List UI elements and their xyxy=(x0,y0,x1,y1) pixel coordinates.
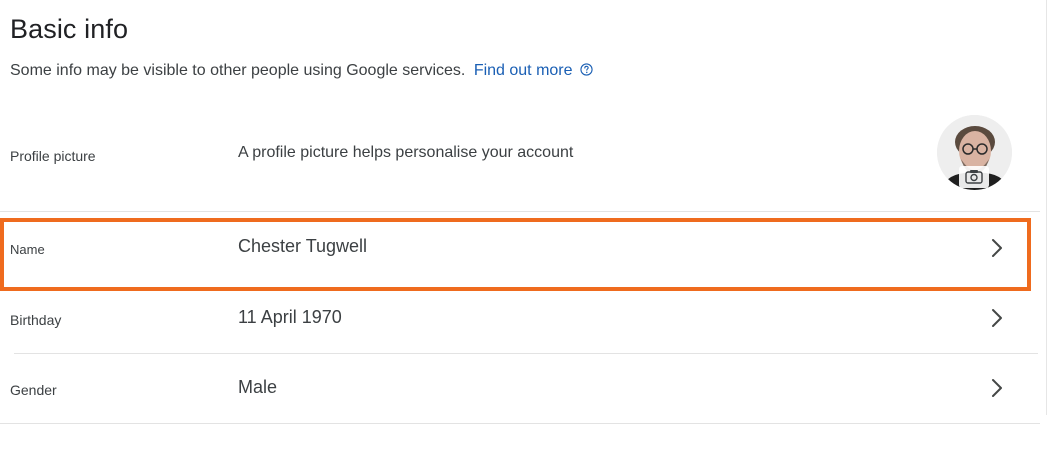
chevron-right-icon[interactable] xyxy=(988,307,1006,329)
profile-picture-label: Profile picture xyxy=(10,148,96,164)
name-row[interactable]: Name Chester Tugwell xyxy=(0,220,1040,288)
subtitle-text: Some info may be visible to other people… xyxy=(10,62,466,79)
gender-row[interactable]: Gender Male xyxy=(0,355,1040,423)
camera-icon[interactable] xyxy=(959,166,989,188)
divider xyxy=(0,423,1040,424)
profile-picture-description: A profile picture helps personalise your… xyxy=(238,144,574,161)
find-out-more-link[interactable]: Find out more xyxy=(474,62,573,79)
profile-picture-row[interactable]: Profile picture A profile picture helps … xyxy=(0,112,1040,212)
help-circle-icon[interactable] xyxy=(580,63,593,76)
divider xyxy=(14,353,1038,354)
scroll-edge xyxy=(1046,0,1047,415)
birthday-row[interactable]: Birthday 11 April 1970 xyxy=(0,290,1040,353)
birthday-label: Birthday xyxy=(10,312,62,328)
divider xyxy=(0,211,1040,212)
chevron-right-icon[interactable] xyxy=(988,237,1006,259)
name-label: Name xyxy=(10,242,45,257)
chevron-right-icon[interactable] xyxy=(988,377,1006,399)
gender-value: Male xyxy=(238,377,278,397)
section-title: Basic info xyxy=(10,14,129,44)
name-value: Chester Tugwell xyxy=(238,236,368,256)
section-subtitle: Some info may be visible to other people… xyxy=(10,62,593,80)
birthday-value: 11 April 1970 xyxy=(238,307,342,327)
gender-label: Gender xyxy=(10,382,57,398)
basic-info-page: Basic info Some info may be visible to o… xyxy=(0,0,1050,457)
